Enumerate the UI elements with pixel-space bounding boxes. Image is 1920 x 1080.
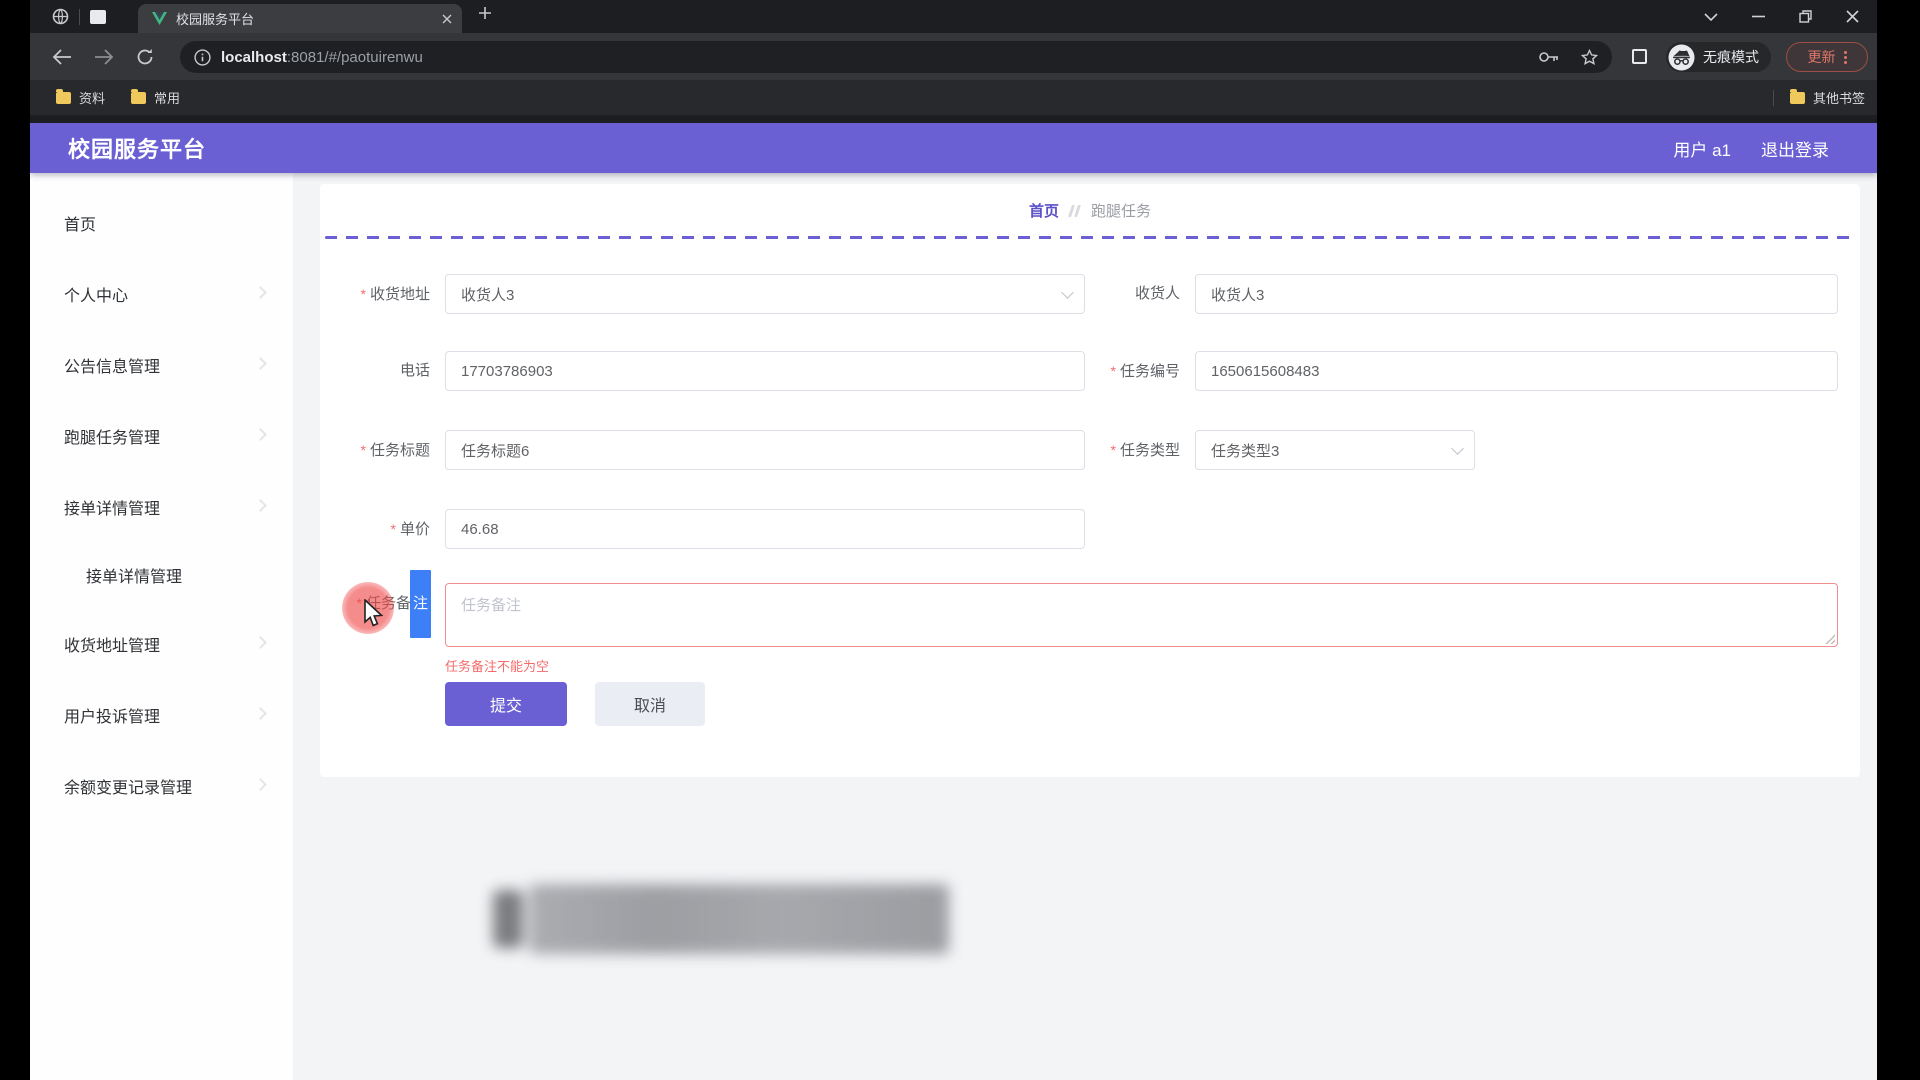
app-header: 校园服务平台 用户 a1 退出登录 xyxy=(30,123,1877,173)
receiver-label: 收货人 xyxy=(1020,274,1180,314)
phone-label: 电话 xyxy=(270,351,430,391)
breadcrumb: 首页 跑腿任务 xyxy=(320,200,1860,221)
url-host: localhost xyxy=(221,49,287,66)
browser-toolbar: localhost:8081/#/paotuirenwu 无痕模式 更新 xyxy=(30,33,1877,80)
sidebar: 首页 个人中心 公告信息管理 跑腿任务管理 接单详情管理 接单详情管理 收货地址… xyxy=(30,173,293,1080)
current-user-label[interactable]: 用户 a1 xyxy=(1673,136,1731,161)
logout-button[interactable]: 退出登录 xyxy=(1761,136,1829,161)
address-bar[interactable]: localhost:8081/#/paotuirenwu xyxy=(180,41,1612,73)
remark-label: *任务备注 xyxy=(270,583,430,624)
task-type-select[interactable]: 任务类型3 xyxy=(1195,430,1475,470)
address-select[interactable]: 收货人3 xyxy=(445,274,1085,314)
price-label: *单价 xyxy=(270,509,430,550)
sidebar-item-home[interactable]: 首页 xyxy=(30,187,293,258)
url-text[interactable]: localhost:8081/#/paotuirenwu xyxy=(221,49,1539,66)
bookmarks-divider xyxy=(1773,90,1774,106)
folder-icon xyxy=(1790,92,1805,104)
bookmark-folder-changyong[interactable]: 常用 xyxy=(131,88,180,107)
chevron-right-icon xyxy=(254,357,267,370)
sidebar-item-balance-record-management[interactable]: 余额变更记录管理 xyxy=(30,750,293,821)
sidebar-item-order-detail-management[interactable]: 接单详情管理 xyxy=(30,471,293,542)
reload-icon[interactable] xyxy=(136,48,154,66)
chevron-down-icon xyxy=(1451,442,1464,455)
chevron-right-icon xyxy=(254,428,267,441)
receiver-input[interactable] xyxy=(1195,274,1838,314)
window-square-icon[interactable] xyxy=(90,10,106,24)
folder-icon xyxy=(56,92,71,104)
site-info-icon[interactable] xyxy=(194,49,211,66)
task-no-input[interactable] xyxy=(1195,351,1838,391)
back-icon[interactable] xyxy=(52,49,72,65)
blurred-watermark xyxy=(493,880,955,958)
cancel-button[interactable]: 取消 xyxy=(595,682,705,726)
sidebar-item-shipping-address-management[interactable]: 收货地址管理 xyxy=(30,608,293,679)
incognito-label: 无痕模式 xyxy=(1703,47,1759,67)
chevron-right-icon xyxy=(254,636,267,649)
bookmarks-bar: 资料 常用 其他书签 xyxy=(30,80,1877,115)
task-type-label: *任务类型 xyxy=(1020,430,1180,471)
task-title-input[interactable] xyxy=(445,430,1085,470)
app-body: 首页 个人中心 公告信息管理 跑腿任务管理 接单详情管理 接单详情管理 收货地址… xyxy=(30,173,1877,1080)
update-label: 更新 xyxy=(1808,47,1836,67)
dashed-divider xyxy=(325,236,1855,239)
incognito-icon xyxy=(1668,44,1695,71)
browser-window: 校园服务平台 localhost:8081/#/paotuirenwu xyxy=(30,0,1877,1080)
window-restore-icon[interactable] xyxy=(1799,10,1812,23)
sidebar-item-user-complaint-management[interactable]: 用户投诉管理 xyxy=(30,679,293,750)
globe-icon[interactable] xyxy=(52,8,69,25)
sidebar-subitem-order-detail-management[interactable]: 接单详情管理 xyxy=(30,542,293,608)
incognito-badge: 无痕模式 xyxy=(1666,42,1771,72)
other-bookmarks-label: 其他书签 xyxy=(1813,88,1865,107)
selected-text: 注 xyxy=(410,570,431,638)
folder-icon xyxy=(131,92,146,104)
chevron-right-icon xyxy=(254,499,267,512)
chrome-bottom-edge xyxy=(30,115,1877,123)
breadcrumb-separator-icon xyxy=(1069,204,1081,218)
task-title-label: *任务标题 xyxy=(270,430,430,471)
breadcrumb-home-link[interactable]: 首页 xyxy=(1029,200,1059,221)
bookmark-star-icon[interactable] xyxy=(1581,49,1598,66)
address-label: *收货地址 xyxy=(270,274,430,315)
new-tab-button[interactable] xyxy=(478,6,492,20)
tabbar-divider xyxy=(79,9,80,25)
app-title: 校园服务平台 xyxy=(30,132,206,164)
remark-textarea[interactable] xyxy=(445,583,1838,647)
forward-icon[interactable] xyxy=(94,49,114,65)
browser-menu-icon[interactable] xyxy=(1844,51,1847,64)
price-input[interactable] xyxy=(445,509,1085,549)
breadcrumb-current: 跑腿任务 xyxy=(1091,200,1151,221)
vue-favicon xyxy=(152,12,167,25)
remark-field xyxy=(445,583,1838,647)
other-bookmarks[interactable]: 其他书签 xyxy=(1790,88,1865,107)
form-card: 首页 跑腿任务 *收货地址 收货人3 收货人 电话 *任务编号 xyxy=(320,184,1860,777)
window-close-icon[interactable] xyxy=(1846,10,1859,23)
chevron-right-icon xyxy=(254,286,267,299)
browser-tab[interactable]: 校园服务平台 xyxy=(138,4,462,33)
sidebar-item-errand-task-management[interactable]: 跑腿任务管理 xyxy=(30,400,293,471)
desktop-stage: 校园服务平台 localhost:8081/#/paotuirenwu xyxy=(0,0,1920,1080)
window-menu-chevron-icon[interactable] xyxy=(1704,13,1718,21)
extension-icon[interactable] xyxy=(1632,49,1647,64)
task-no-label: *任务编号 xyxy=(1020,351,1180,392)
sidebar-item-personal-center[interactable]: 个人中心 xyxy=(30,258,293,329)
submit-button[interactable]: 提交 xyxy=(445,682,567,726)
tab-title: 校园服务平台 xyxy=(176,9,434,28)
bookmark-label: 常用 xyxy=(154,88,180,107)
chevron-right-icon xyxy=(254,778,267,791)
password-key-icon[interactable] xyxy=(1539,51,1559,63)
bookmark-label: 资料 xyxy=(79,88,105,107)
window-minimize-icon[interactable] xyxy=(1752,15,1765,18)
phone-input[interactable] xyxy=(445,351,1085,391)
url-path: :8081/#/paotuirenwu xyxy=(287,49,423,66)
chevron-right-icon xyxy=(254,707,267,720)
tab-close-icon[interactable] xyxy=(442,14,452,24)
main-content: 首页 跑腿任务 *收货地址 收货人3 收货人 电话 *任务编号 xyxy=(293,173,1877,1080)
update-button[interactable]: 更新 xyxy=(1786,42,1868,72)
browser-tab-strip: 校园服务平台 xyxy=(30,0,1877,33)
sidebar-item-announcement-management[interactable]: 公告信息管理 xyxy=(30,329,293,400)
validation-error: 任务备注不能为空 xyxy=(445,656,549,675)
bookmark-folder-ziliao[interactable]: 资料 xyxy=(56,88,105,107)
